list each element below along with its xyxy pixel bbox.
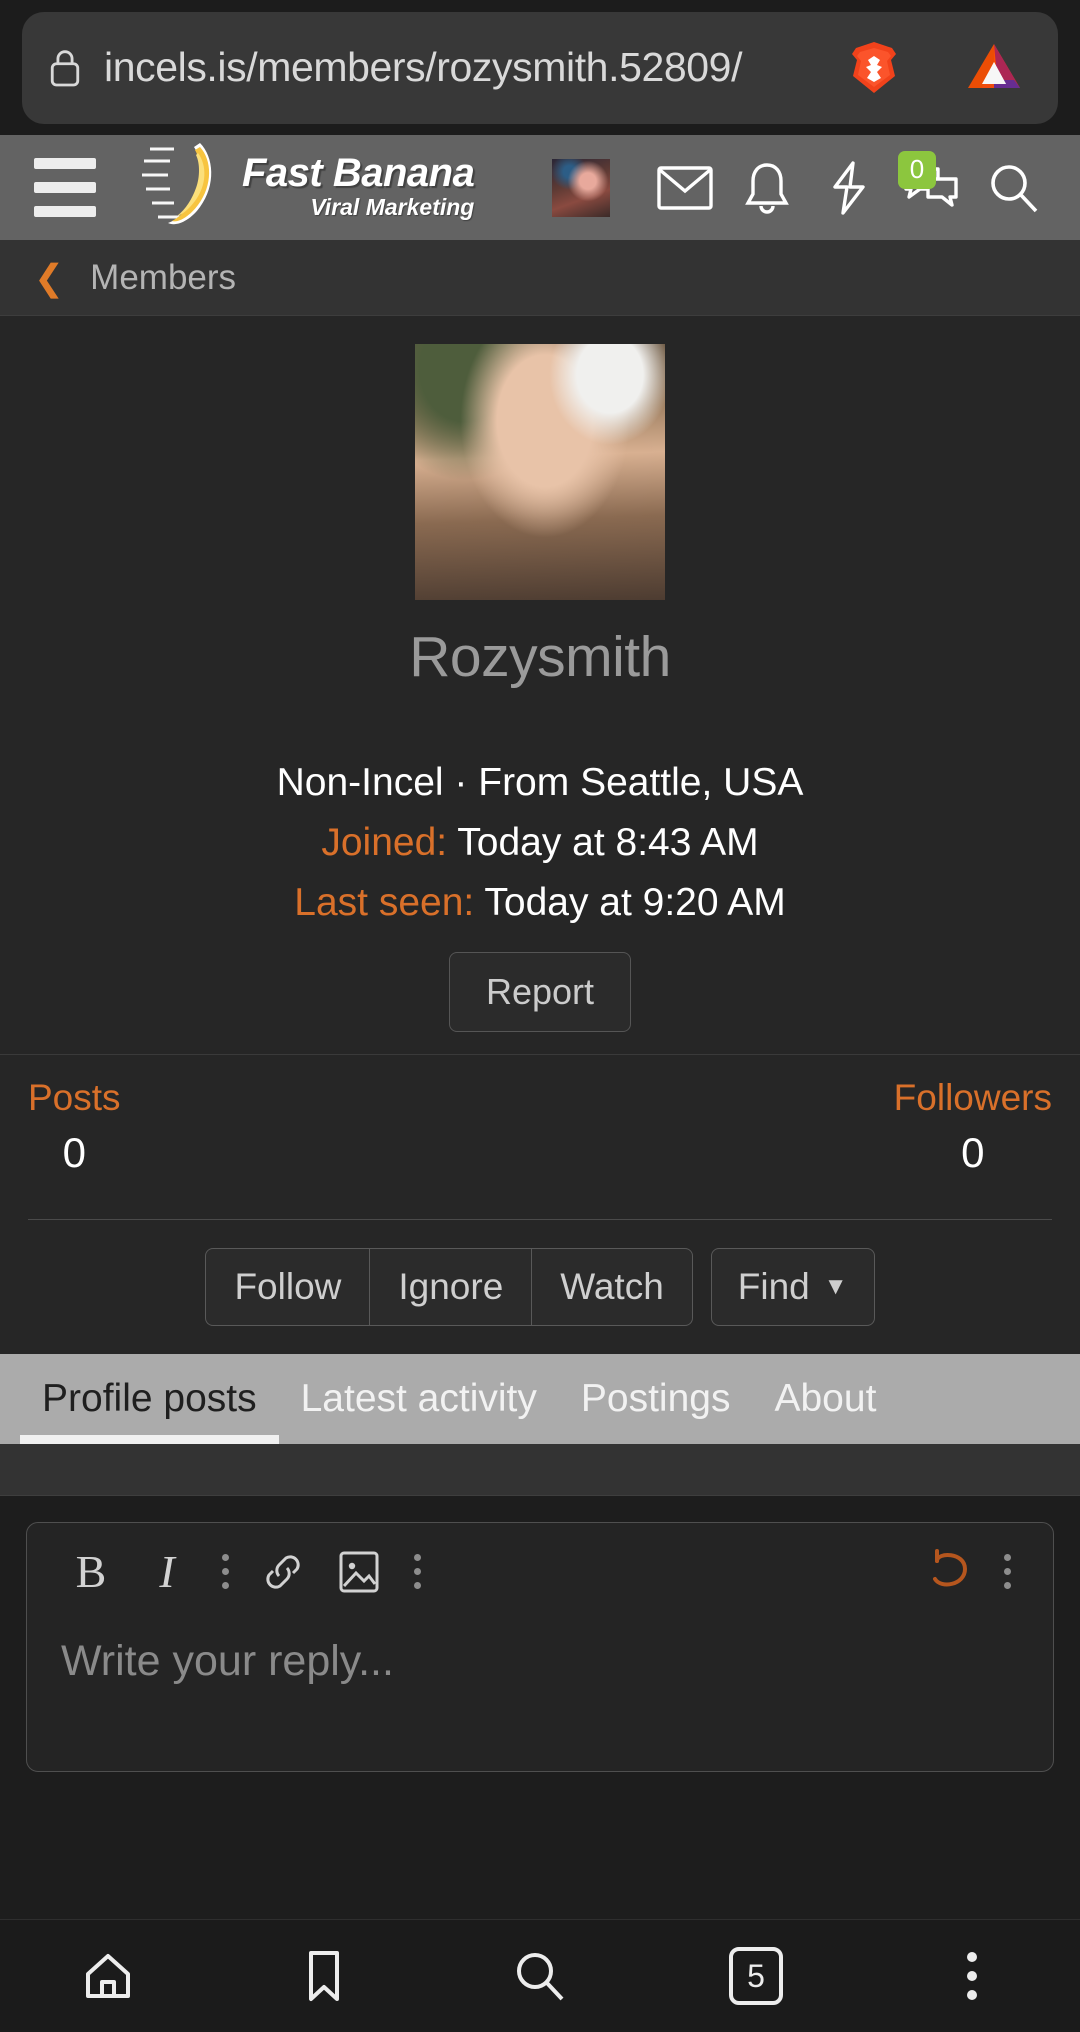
undo-icon[interactable]	[911, 1534, 987, 1610]
search-icon[interactable]	[972, 147, 1054, 229]
editor-toolbar: B I	[27, 1523, 1053, 1621]
tab-count-button[interactable]: 5	[648, 1920, 864, 2032]
site-logo[interactable]: Fast Banana Viral Marketing	[140, 135, 475, 240]
joined-label: Joined:	[321, 820, 448, 864]
find-dropdown-button[interactable]: Find ▼	[710, 1247, 875, 1326]
stat-followers-value: 0	[961, 1128, 985, 1176]
tab-profile-posts[interactable]: Profile posts	[20, 1354, 279, 1444]
reply-input-placeholder[interactable]: Write your reply...	[27, 1621, 1053, 1686]
profile-meta: Non-Incel · From Seattle, USA Joined: To…	[0, 758, 1080, 928]
watch-button[interactable]: Watch	[531, 1247, 693, 1326]
tab-latest-activity[interactable]: Latest activity	[279, 1354, 559, 1444]
last-seen-label: Last seen:	[294, 880, 475, 924]
logo-secondary-text: Viral Marketing	[310, 193, 475, 220]
italic-button[interactable]: I	[129, 1534, 205, 1610]
browser-chrome: incels.is/members/rozysmith.52809/	[0, 0, 1080, 135]
lightning-bolt-icon[interactable]	[808, 147, 890, 229]
inbox-envelope-icon[interactable]	[644, 147, 726, 229]
more-vertical-icon[interactable]	[397, 1534, 437, 1610]
find-label: Find	[737, 1265, 810, 1307]
reply-editor[interactable]: B I Write your reply...	[26, 1521, 1054, 1772]
stat-followers[interactable]: Followers 0	[894, 1077, 1052, 1177]
hamburger-bar	[34, 158, 96, 169]
profile-header-card: Rozysmith Non-Incel · From Seattle, USA …	[0, 316, 1080, 1055]
profile-last-seen: Last seen: Today at 9:20 AM	[0, 878, 1080, 928]
action-button-group: Follow Ignore Watch	[205, 1247, 693, 1326]
url-bar[interactable]: incels.is/members/rozysmith.52809/	[22, 11, 1058, 124]
brave-shield-icon[interactable]	[842, 36, 906, 100]
brave-rewards-bat-icon[interactable]	[962, 36, 1026, 100]
stat-posts-value: 0	[62, 1128, 86, 1176]
breadcrumb-label[interactable]: Members	[90, 258, 236, 298]
stats-section: Posts 0 Followers 0	[0, 1054, 1080, 1220]
stat-followers-label: Followers	[893, 1076, 1052, 1118]
header-icon-row: 0	[552, 147, 1054, 229]
profile-title-location: Non-Incel · From Seattle, USA	[0, 758, 1080, 808]
tab-about[interactable]: About	[752, 1354, 898, 1444]
profile-user-title: Non-Incel	[276, 761, 444, 804]
tab-postings[interactable]: Postings	[559, 1354, 753, 1444]
profile-tab-bar: Profile posts Latest activity Postings A…	[0, 1353, 1080, 1444]
more-dots	[967, 1952, 977, 2000]
bookmark-icon[interactable]	[216, 1920, 432, 2032]
tab-count-box: 5	[729, 1947, 783, 2005]
more-vertical-icon[interactable]	[205, 1534, 245, 1610]
profile-actions: Follow Ignore Watch Find ▼	[0, 1219, 1080, 1354]
hamburger-bar	[34, 206, 96, 217]
page-title: Rozysmith	[409, 625, 671, 689]
meta-separator: ·	[454, 761, 468, 804]
last-seen-value: Today at 9:20 AM	[484, 880, 786, 924]
stat-posts[interactable]: Posts 0	[28, 1077, 121, 1177]
tab-content-strip	[0, 1443, 1080, 1496]
link-icon[interactable]	[245, 1534, 321, 1610]
image-icon[interactable]	[321, 1534, 397, 1610]
bold-button[interactable]: B	[53, 1534, 129, 1610]
reply-editor-region: B I Write your reply...	[0, 1495, 1080, 1772]
more-vertical-icon[interactable]	[987, 1534, 1027, 1610]
hamburger-bar	[34, 182, 96, 193]
lock-icon[interactable]	[48, 48, 82, 88]
browser-bottom-nav: 5	[0, 1919, 1080, 2032]
profile-location: From Seattle, USA	[478, 761, 804, 804]
more-vertical-icon[interactable]	[864, 1920, 1080, 2032]
url-text[interactable]: incels.is/members/rozysmith.52809/	[104, 44, 816, 91]
banana-logo-icon	[140, 135, 236, 240]
home-icon[interactable]	[0, 1920, 216, 2032]
stat-posts-label: Posts	[28, 1076, 121, 1118]
profile-page: Rozysmith Non-Incel · From Seattle, USA …	[0, 316, 1080, 1772]
conversations-icon[interactable]: 0	[890, 147, 972, 229]
follow-button[interactable]: Follow	[205, 1247, 370, 1326]
profile-joined: Joined: Today at 8:43 AM	[0, 818, 1080, 868]
alerts-bell-icon[interactable]	[726, 147, 808, 229]
chevron-down-icon: ▼	[823, 1272, 848, 1300]
report-button-wrap: Report	[0, 951, 1080, 1032]
joined-value: Today at 8:43 AM	[457, 820, 759, 864]
user-avatar[interactable]	[552, 158, 610, 217]
logo-primary-text: Fast Banana	[242, 150, 475, 195]
stats-row: Posts 0 Followers 0	[28, 1077, 1052, 1177]
ignore-button[interactable]: Ignore	[369, 1247, 532, 1326]
search-icon[interactable]	[432, 1920, 648, 2032]
site-header: Fast Banana Viral Marketing 0	[0, 135, 1080, 240]
profile-avatar-image[interactable]	[415, 344, 665, 600]
report-button[interactable]: Report	[448, 951, 632, 1032]
breadcrumb[interactable]: ❮ Members	[0, 240, 1080, 316]
chevron-left-icon[interactable]: ❮	[34, 259, 64, 296]
conversations-badge: 0	[898, 150, 936, 189]
hamburger-menu-icon[interactable]	[34, 158, 96, 217]
